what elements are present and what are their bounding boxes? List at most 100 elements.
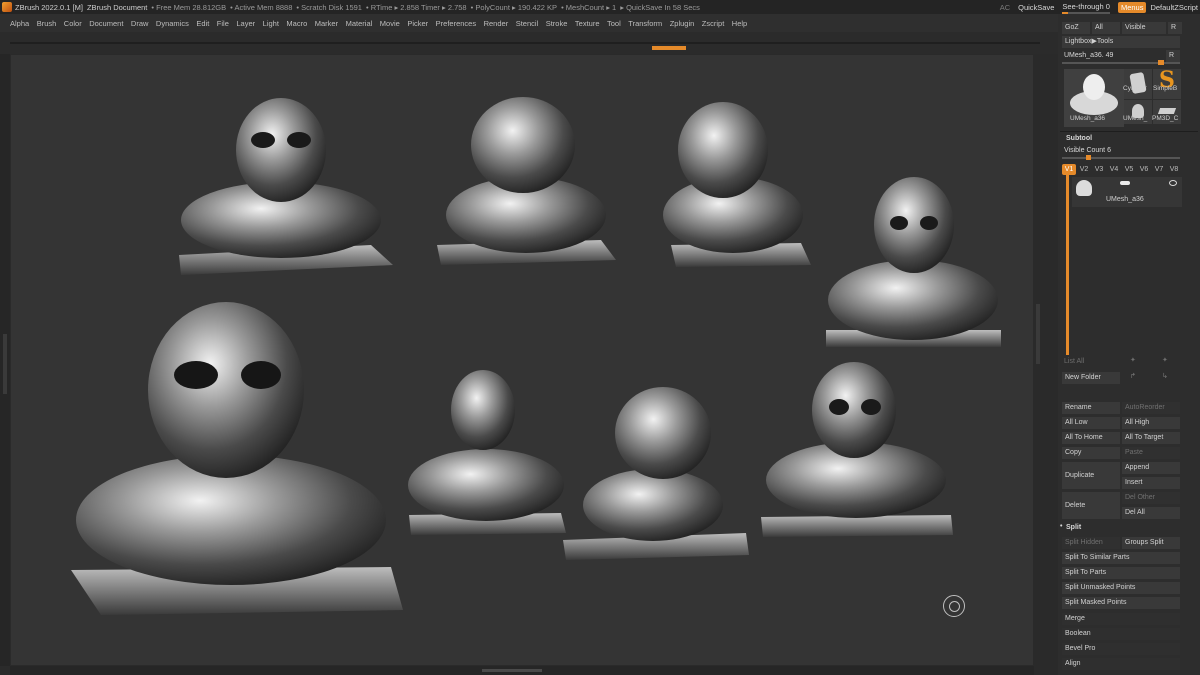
- subtool-item[interactable]: UMesh_a36: [1072, 177, 1182, 207]
- menu-macro[interactable]: Macro: [286, 19, 307, 28]
- menu-movie[interactable]: Movie: [380, 19, 400, 28]
- visible-count-knob[interactable]: [1086, 155, 1091, 160]
- goz-visible-button[interactable]: Visible: [1122, 22, 1166, 34]
- split-masked-points-button[interactable]: Split Masked Points: [1062, 597, 1180, 609]
- tab-v4[interactable]: V4: [1107, 164, 1121, 175]
- left-tray[interactable]: [0, 54, 10, 666]
- goz-all-button[interactable]: All: [1092, 22, 1120, 34]
- menu-tool[interactable]: Tool: [607, 19, 621, 28]
- menu-stroke[interactable]: Stroke: [546, 19, 568, 28]
- autoreorder-button[interactable]: AutoReorder: [1122, 402, 1180, 414]
- all-high-button[interactable]: All High: [1122, 417, 1180, 429]
- lightbox-tools-button[interactable]: Lightbox▶Tools: [1062, 36, 1180, 48]
- delete-button[interactable]: Delete: [1062, 492, 1120, 519]
- del-other-button[interactable]: Del Other: [1122, 492, 1180, 504]
- navigation-gizmo-icon[interactable]: [943, 595, 965, 617]
- tool-slider-knob[interactable]: [1158, 60, 1164, 65]
- tab-v3[interactable]: V3: [1092, 164, 1106, 175]
- paste-button[interactable]: Paste: [1122, 447, 1180, 459]
- panel-divider: [1060, 131, 1198, 132]
- menu-dynamics[interactable]: Dynamics: [156, 19, 189, 28]
- umesh-thumb-icon: [1070, 74, 1118, 115]
- all-to-target-button[interactable]: All To Target: [1122, 432, 1180, 444]
- menu-texture[interactable]: Texture: [575, 19, 600, 28]
- menu-document[interactable]: Document: [89, 19, 123, 28]
- right-tray[interactable]: [1034, 54, 1058, 675]
- menu-light[interactable]: Light: [263, 19, 279, 28]
- menu-brush[interactable]: Brush: [37, 19, 57, 28]
- bevel-pro-section[interactable]: Bevel Pro: [1062, 643, 1180, 655]
- subtool-thumb-icon: [1076, 180, 1092, 196]
- visible-count-track[interactable]: [1062, 157, 1180, 159]
- goz-button[interactable]: GoZ: [1062, 22, 1090, 34]
- menu-file[interactable]: File: [217, 19, 229, 28]
- del-all-button[interactable]: Del All: [1122, 507, 1180, 519]
- menu-color[interactable]: Color: [64, 19, 82, 28]
- menu-stencil[interactable]: Stencil: [516, 19, 539, 28]
- split-similar-parts-button[interactable]: Split To Similar Parts: [1062, 552, 1180, 564]
- menus-button[interactable]: Menus: [1117, 1, 1147, 13]
- groups-split-button[interactable]: Groups Split: [1122, 537, 1180, 549]
- menu-bar: Alpha Brush Color Document Draw Dynamics…: [0, 14, 1060, 32]
- merge-section[interactable]: Merge: [1062, 613, 1180, 625]
- tool-thumb-simplebrush[interactable]: S: [1153, 67, 1181, 99]
- menu-edit[interactable]: Edit: [196, 19, 209, 28]
- split-hidden-button[interactable]: Split Hidden: [1062, 537, 1120, 549]
- all-low-button[interactable]: All Low: [1062, 417, 1120, 429]
- subtool-scrollbar[interactable]: [1066, 175, 1069, 355]
- menu-preferences[interactable]: Preferences: [436, 19, 476, 28]
- move-up-icon[interactable]: ✦: [1130, 356, 1136, 364]
- append-button[interactable]: Append: [1122, 462, 1180, 474]
- goz-r-button[interactable]: R: [1168, 22, 1182, 34]
- tab-v7[interactable]: V7: [1152, 164, 1166, 175]
- tool-panel: GoZ All Visible R Lightbox▶Tools UMesh_a…: [1058, 14, 1200, 675]
- menu-render[interactable]: Render: [484, 19, 509, 28]
- duplicate-button[interactable]: Duplicate: [1062, 462, 1120, 489]
- visibility-toggle-icon[interactable]: [1120, 181, 1130, 185]
- eye-icon[interactable]: [1169, 180, 1177, 186]
- move-down-icon[interactable]: ✦: [1162, 356, 1168, 364]
- split-unmasked-points-button[interactable]: Split Unmasked Points: [1062, 582, 1180, 594]
- right-tray-handle[interactable]: [1036, 304, 1040, 364]
- all-to-home-button[interactable]: All To Home: [1062, 432, 1120, 444]
- tab-v8[interactable]: V8: [1167, 164, 1181, 175]
- split-to-parts-button[interactable]: Split To Parts: [1062, 567, 1180, 579]
- tool-r-button[interactable]: R: [1166, 50, 1180, 62]
- align-section[interactable]: Align: [1062, 658, 1180, 670]
- arrow-up-icon[interactable]: ↱: [1130, 372, 1136, 380]
- subtool-title[interactable]: Subtool: [1066, 135, 1092, 142]
- list-all-button[interactable]: List All: [1064, 358, 1084, 365]
- menu-help[interactable]: Help: [732, 19, 747, 28]
- arrow-down-icon[interactable]: ↳: [1162, 372, 1168, 380]
- boolean-section[interactable]: Boolean: [1062, 628, 1180, 640]
- see-through-slider[interactable]: See-through 0: [1062, 2, 1110, 14]
- new-folder-button[interactable]: New Folder: [1062, 372, 1120, 384]
- tab-v6[interactable]: V6: [1137, 164, 1151, 175]
- bottom-tray-handle[interactable]: [482, 669, 542, 672]
- tab-v1[interactable]: V1: [1062, 164, 1076, 175]
- bottom-tray[interactable]: [10, 666, 1034, 675]
- copy-button[interactable]: Copy: [1062, 447, 1120, 459]
- quicksave-button[interactable]: QuickSave: [1018, 3, 1054, 12]
- tool-thumb-cylinder[interactable]: [1124, 69, 1152, 99]
- menu-marker[interactable]: Marker: [315, 19, 338, 28]
- split-section-title[interactable]: Split: [1066, 524, 1081, 531]
- menu-transform[interactable]: Transform: [628, 19, 662, 28]
- ac-button[interactable]: AC: [1000, 3, 1010, 12]
- document-canvas[interactable]: [10, 54, 1034, 666]
- menu-zplugin[interactable]: Zplugin: [670, 19, 695, 28]
- menu-zscript[interactable]: Zscript: [702, 19, 725, 28]
- menu-alpha[interactable]: Alpha: [10, 19, 29, 28]
- insert-button[interactable]: Insert: [1122, 477, 1180, 489]
- default-zscript-button[interactable]: DefaultZScript: [1150, 3, 1198, 12]
- left-tray-handle[interactable]: [3, 334, 7, 394]
- menu-layer[interactable]: Layer: [236, 19, 255, 28]
- rename-button[interactable]: Rename: [1062, 402, 1120, 414]
- tab-v2[interactable]: V2: [1077, 164, 1091, 175]
- shelf-divider: [10, 42, 1040, 44]
- menu-picker[interactable]: Picker: [407, 19, 428, 28]
- menu-material[interactable]: Material: [346, 19, 373, 28]
- menu-draw[interactable]: Draw: [131, 19, 149, 28]
- visible-count-label: Visible Count 6: [1064, 147, 1111, 154]
- tab-v5[interactable]: V5: [1122, 164, 1136, 175]
